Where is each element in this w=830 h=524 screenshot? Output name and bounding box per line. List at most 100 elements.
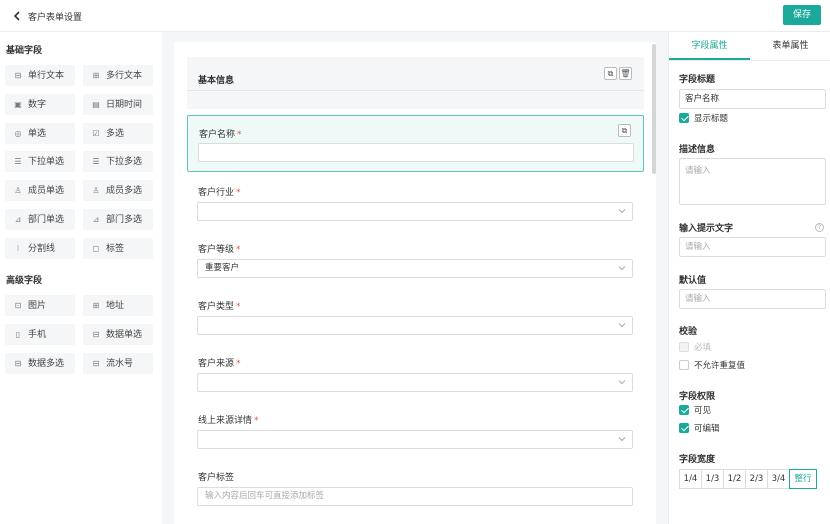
checkbox-checked-icon <box>679 422 689 433</box>
dropdown-multi-icon: ☰ <box>92 157 100 167</box>
no-duplicate-checkbox[interactable]: 不允许重复值 <box>679 359 745 372</box>
palette-item[interactable]: ▯ 手机 <box>5 323 75 345</box>
width-option[interactable]: 2/3 <box>745 469 768 489</box>
hint-label: 输入提示文字 <box>679 224 734 234</box>
palette-item[interactable]: ⊞ 地址 <box>83 295 153 316</box>
palette-item[interactable]: ☰ 下拉单选 <box>5 151 75 173</box>
palette-item[interactable]: ⊟ 流水号 <box>83 352 153 374</box>
field-label: 客户来源 * <box>198 356 241 369</box>
palette-item[interactable]: ▣ 数字 <box>5 93 75 115</box>
palette-item[interactable]: ☰ 下拉多选 <box>83 151 153 173</box>
form-field[interactable]: 客户等级 * 重要客户 <box>187 235 644 285</box>
tab-divider <box>669 60 830 61</box>
checkbox-disabled-icon <box>679 341 689 352</box>
show-title-checkbox[interactable]: 显示标题 <box>679 112 728 125</box>
required-label: 必填 <box>694 343 712 353</box>
palette-item-label: 多选 <box>106 128 125 139</box>
tab-form-properties[interactable]: 表单属性 <box>750 32 830 60</box>
form-field[interactable]: 线上来源详情 * <box>187 406 644 456</box>
chevron-down-icon <box>618 317 626 334</box>
field-label-text: 客户名称 <box>199 130 236 140</box>
palette-item[interactable]: ⊿ 部门单选 <box>5 209 75 230</box>
select-field[interactable] <box>197 202 633 221</box>
chevron-down-icon <box>618 260 626 277</box>
palette-item-label: 手机 <box>28 329 47 340</box>
field-width-label: 字段宽度 <box>679 455 716 465</box>
palette-item-label: 标签 <box>106 243 125 254</box>
palette-item-label: 单行文本 <box>28 71 65 81</box>
select-field[interactable] <box>197 316 633 335</box>
group-section-header[interactable]: 基本信息 ⧉ 🗑 <box>187 57 644 109</box>
width-option[interactable]: 1/2 <box>723 469 746 489</box>
palette-item[interactable]: ⊟ 数据单选 <box>83 323 153 345</box>
select-field[interactable]: 重要客户 <box>197 259 633 278</box>
description-textarea[interactable]: 请输入 <box>679 158 826 205</box>
palette-item-label: 数字 <box>28 99 47 110</box>
field-label-text: 客户类型 <box>198 302 235 312</box>
palette-item-label: 数据多选 <box>28 358 65 369</box>
width-option[interactable]: 1/4 <box>679 469 702 489</box>
input-placeholder: 输入内容后回车可直接添加标签 <box>205 491 325 501</box>
select-field[interactable] <box>197 373 633 392</box>
chevron-down-icon <box>618 203 626 220</box>
palette-item-label: 分割线 <box>28 243 56 254</box>
palette-item[interactable]: ⊞ 多行文本 <box>83 65 153 86</box>
width-option[interactable]: 3/4 <box>767 469 790 489</box>
copy-icon[interactable]: ⧉ <box>618 124 631 137</box>
palette-item[interactable]: ▤ 日期时间 <box>83 93 153 115</box>
palette-item[interactable]: ♙ 成员多选 <box>83 180 153 202</box>
palette-item[interactable]: ◻ 标签 <box>83 237 153 259</box>
copy-icon[interactable]: ⧉ <box>604 67 617 80</box>
form-field[interactable]: 客户来源 * <box>187 349 644 399</box>
palette-item-label: 地址 <box>106 301 125 311</box>
form-field[interactable]: 客户标签输入内容后回车可直接添加标签 <box>187 463 644 513</box>
visible-checkbox[interactable]: 可见 <box>679 404 712 417</box>
department-multi-icon: ⊿ <box>92 215 100 224</box>
form-field[interactable]: 客户行业 * <box>187 178 644 228</box>
palette-item-label: 图片 <box>28 301 47 311</box>
form-field[interactable]: 客户类型 * <box>187 292 644 342</box>
permission-label: 字段权限 <box>679 392 716 402</box>
visible-label: 可见 <box>694 406 712 416</box>
canvas-scrollbar[interactable] <box>652 44 656 174</box>
field-label: 客户名称 * <box>199 127 242 140</box>
palette-item[interactable]: ⊟ 数据多选 <box>5 352 75 374</box>
top-bar: 客户表单设置 保存 <box>0 0 830 32</box>
palette-item-label: 成员单选 <box>28 186 65 197</box>
checkbox-icon: ☑ <box>92 128 100 138</box>
palette-item[interactable]: ⊡ 图片 <box>5 295 75 316</box>
group-divider <box>187 90 644 91</box>
phone-icon: ▯ <box>15 329 21 339</box>
field-label: 客户类型 * <box>198 299 241 312</box>
palette-item[interactable]: ♙ 成员单选 <box>5 180 75 202</box>
help-icon[interactable]: ? <box>815 223 824 232</box>
input-value: 重要客户 <box>205 263 240 273</box>
width-option[interactable]: 整行 <box>789 469 817 489</box>
default-value-input[interactable]: 请输入 <box>679 289 826 309</box>
palette-item[interactable]: ⁝ 分割线 <box>5 237 75 259</box>
text-input[interactable]: 输入内容后回车可直接添加标签 <box>197 487 633 506</box>
palette-item[interactable]: ⊿ 部门多选 <box>83 209 153 230</box>
field-title-input[interactable]: 客户名称 <box>679 89 826 109</box>
field-label: 客户行业 * <box>198 185 241 198</box>
required-checkbox[interactable]: 必填 <box>679 341 712 354</box>
chevron-left-icon[interactable] <box>12 9 24 23</box>
editable-checkbox[interactable]: 可编辑 <box>679 422 720 435</box>
number-icon: ▣ <box>14 99 22 109</box>
trash-icon[interactable]: 🗑 <box>619 67 632 80</box>
hint-input[interactable]: 请输入 <box>679 237 826 257</box>
save-button[interactable]: 保存 <box>783 5 821 25</box>
width-option[interactable]: 1/3 <box>701 469 724 489</box>
field-label-text: 客户标签 <box>198 473 235 483</box>
field-label-text: 客户行业 <box>198 188 235 198</box>
data-single-icon: ⊟ <box>92 329 100 339</box>
palette-item[interactable]: ☑ 多选 <box>83 122 153 144</box>
page-title: 客户表单设置 <box>28 13 83 23</box>
palette-item[interactable]: ⊟ 单行文本 <box>5 65 75 86</box>
palette-item[interactable]: ◎ 单选 <box>5 122 75 144</box>
text-input[interactable] <box>198 143 634 162</box>
form-field[interactable]: 客户名称 * ⧉ <box>187 115 644 172</box>
tab-field-properties[interactable]: 字段属性 <box>669 32 750 60</box>
field-palette: 基础字段 ⊟ 单行文本 ⊞ 多行文本 ▣ 数字 ▤ 日期时间 ◎ 单选 ☑ 多选 ☰ 下拉单选 ☰ 下拉多选 ♙… <box>0 32 162 524</box>
select-field[interactable] <box>197 430 633 449</box>
